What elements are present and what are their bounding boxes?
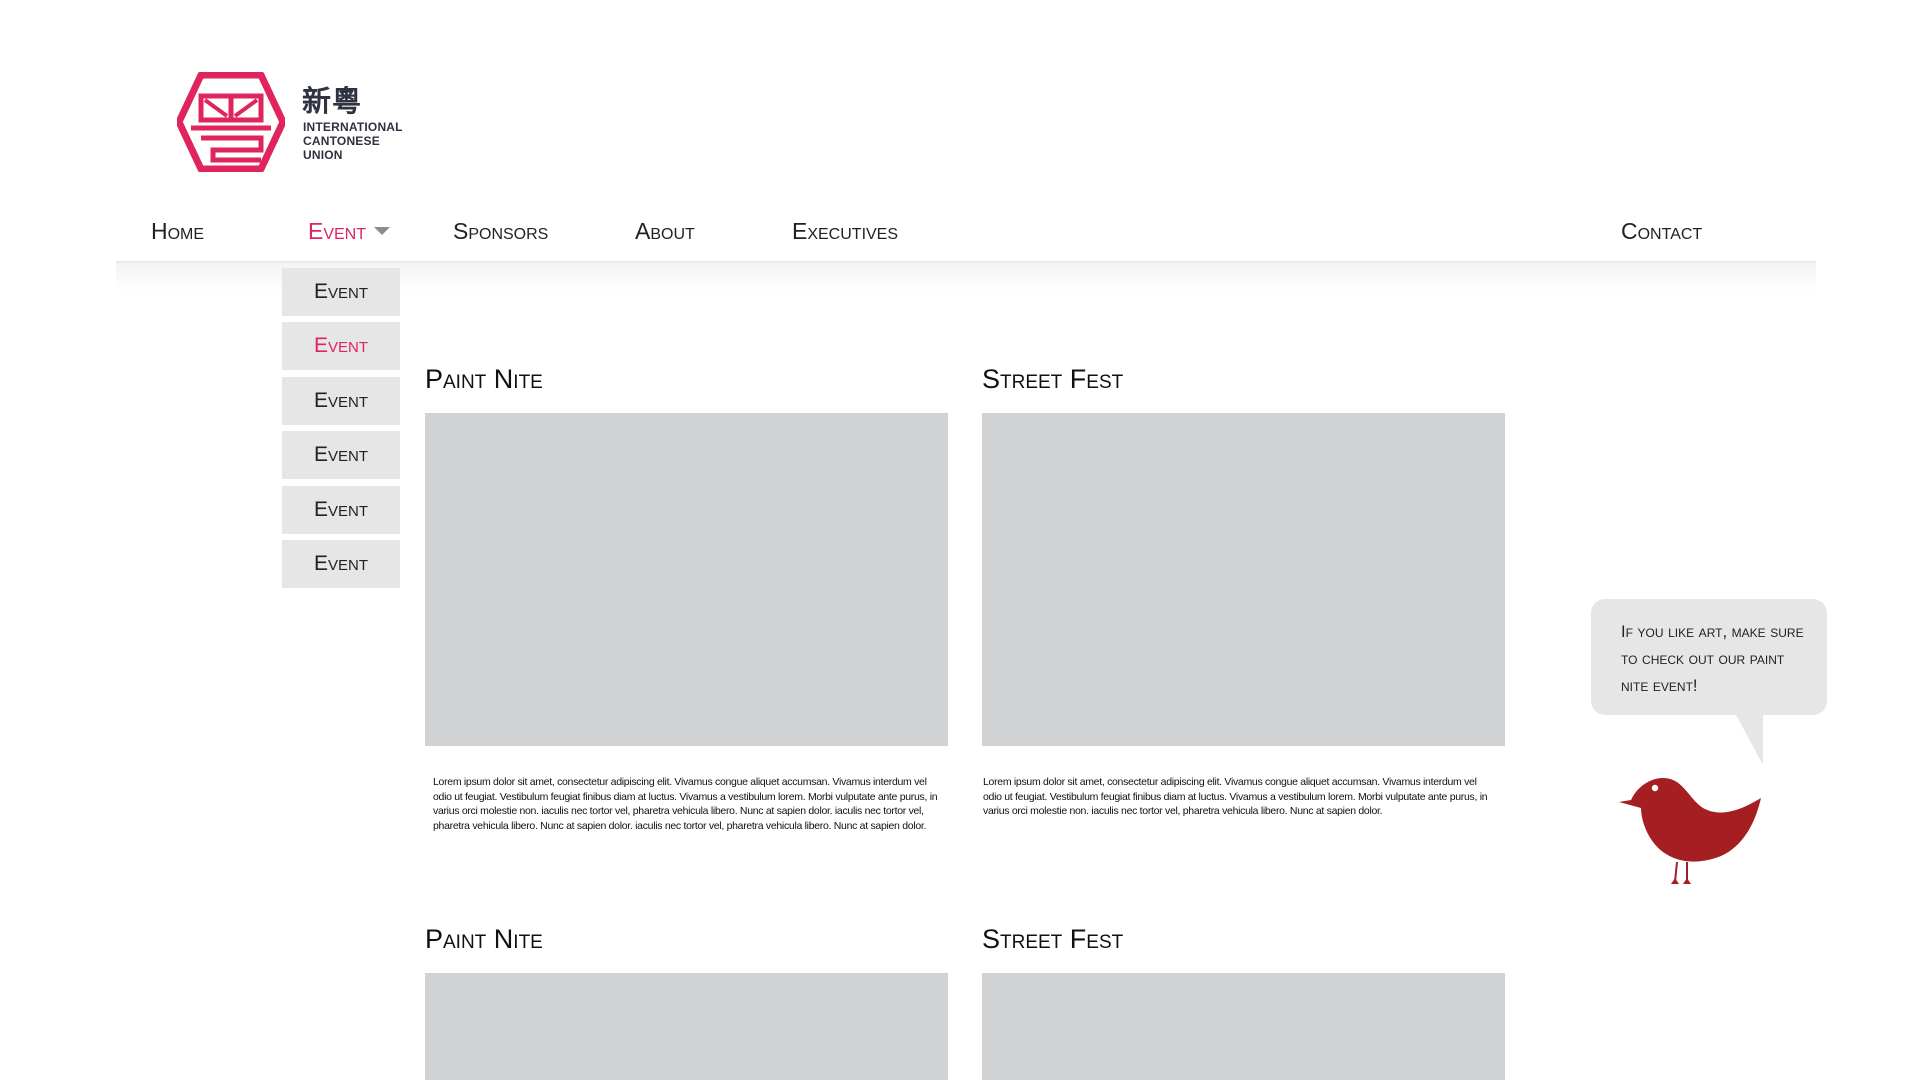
speech-bubble: If you like art, make sure to check out … <box>1591 599 1827 715</box>
dropdown-item-event-6[interactable]: Event <box>282 540 400 588</box>
card-title[interactable]: Paint Nite <box>425 924 543 955</box>
card-image-placeholder[interactable] <box>982 973 1505 1080</box>
dropdown-item-event-4[interactable]: Event <box>282 431 400 479</box>
logo-line-1: INTERNATIONAL <box>303 120 403 134</box>
nav-sponsors[interactable]: Sponsors <box>453 218 548 245</box>
nav-contact-label: Contact <box>1621 218 1703 244</box>
nav-home-label: Home <box>151 218 205 244</box>
speech-bubble-text: If you like art, make sure to check out … <box>1621 623 1804 695</box>
dropdown-item-event-5[interactable]: Event <box>282 486 400 534</box>
speech-bubble-tail <box>1735 713 1763 765</box>
chevron-down-icon <box>374 226 391 235</box>
logo[interactable]: 新粵 INTERNATIONAL CANTONESE UNION <box>177 72 417 172</box>
logo-cjk-text: 新粵 <box>302 84 363 118</box>
card-description: Lorem ipsum dolor sit amet, consectetur … <box>433 776 938 833</box>
dropdown-item-event-3[interactable]: Event <box>282 377 400 425</box>
nav-about-label: About <box>635 218 695 244</box>
card-title[interactable]: Street Fest <box>982 364 1123 395</box>
nav-sponsors-label: Sponsors <box>453 218 549 244</box>
nav-executives-label: Executives <box>792 218 899 244</box>
card-image-placeholder[interactable] <box>425 413 948 746</box>
nav-contact[interactable]: Contact <box>1621 218 1702 245</box>
logo-line-2: CANTONESE <box>303 134 380 148</box>
card-image-placeholder[interactable] <box>425 973 948 1080</box>
card-title[interactable]: Paint Nite <box>425 364 543 395</box>
bird-mascot-icon <box>1619 778 1761 884</box>
main-nav: Home Event Sponsors About Executives Con… <box>116 210 1816 260</box>
dropdown-item-event-2[interactable]: Event <box>282 322 400 370</box>
card-title[interactable]: Street Fest <box>982 924 1123 955</box>
card-description: Lorem ipsum dolor sit amet, consectetur … <box>983 776 1488 818</box>
card-image-placeholder[interactable] <box>982 413 1505 746</box>
nav-about[interactable]: About <box>635 218 695 245</box>
logo-mark-icon <box>177 72 285 172</box>
logo-line-3: UNION <box>303 148 343 162</box>
nav-home[interactable]: Home <box>151 218 204 245</box>
nav-event[interactable]: Event <box>308 218 391 245</box>
nav-event-label: Event <box>308 218 367 244</box>
dropdown-item-event-1[interactable]: Event <box>282 268 400 316</box>
nav-executives[interactable]: Executives <box>792 218 898 245</box>
